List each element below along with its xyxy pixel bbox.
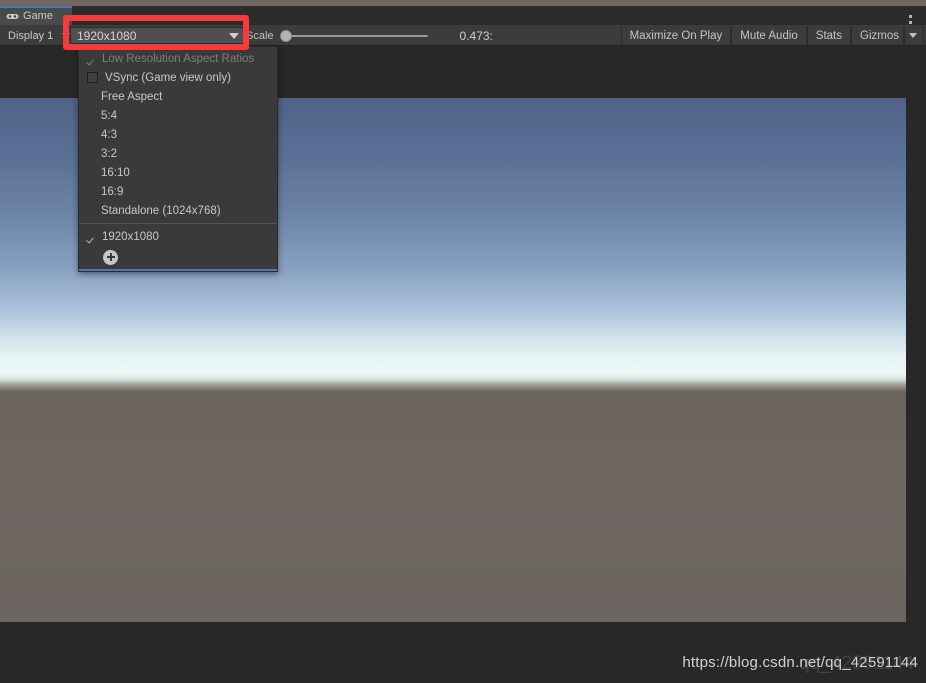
tab-game[interactable]: Game: [0, 6, 72, 25]
menu-separator: [79, 223, 277, 224]
display-dropdown[interactable]: Display 1: [0, 27, 74, 44]
tab-bar-background: [72, 6, 926, 25]
gamepad-icon: [6, 14, 19, 19]
menu-item-label: 3:2: [101, 147, 117, 160]
horizon-band: [0, 373, 906, 393]
scale-control-group: Scale 0.473:: [246, 26, 493, 45]
menu-item-16-10[interactable]: 16:10: [79, 163, 277, 182]
gizmos-button[interactable]: Gizmos: [851, 26, 904, 45]
tab-bar: Game: [0, 6, 926, 29]
resolution-dropdown[interactable]: 1920x1080: [70, 27, 244, 44]
scale-slider[interactable]: [279, 29, 428, 43]
menu-item-label: Standalone (1024x768): [101, 204, 221, 217]
menu-item-label: 1920x1080: [102, 230, 159, 243]
gizmos-dropdown-button[interactable]: [904, 26, 924, 45]
scale-slider-track: [279, 34, 428, 37]
menu-bottom-accent: [79, 269, 277, 271]
chevron-down-icon: [229, 32, 239, 39]
maximize-on-play-button[interactable]: Maximize On Play: [620, 26, 732, 45]
chevron-down-icon: [62, 33, 70, 38]
menu-item-5-4[interactable]: 5:4: [79, 106, 277, 125]
menu-item-vsync[interactable]: VSync (Game view only): [79, 68, 277, 87]
menu-item-label: Low Resolution Aspect Ratios: [102, 52, 255, 65]
menu-item-label: 5:4: [101, 109, 117, 122]
chevron-down-icon: [909, 33, 917, 38]
toolbar-right-group: Maximize On Play Mute Audio Stats Gizmos: [620, 26, 924, 45]
check-icon: [87, 232, 97, 242]
menu-item-free-aspect[interactable]: Free Aspect: [79, 87, 277, 106]
menu-item-label: VSync (Game view only): [105, 71, 231, 84]
menu-item-4-3[interactable]: 4:3: [79, 125, 277, 144]
resolution-dropdown-label: 1920x1080: [77, 28, 137, 43]
checkbox-unchecked-icon[interactable]: [87, 72, 98, 83]
kebab-dot: [908, 20, 912, 24]
scale-value: 0.473:: [459, 28, 493, 43]
menu-item-label: Free Aspect: [101, 90, 163, 103]
stats-button[interactable]: Stats: [806, 26, 852, 45]
watermark-url: https://blog.csdn.net/qq_42591144: [682, 654, 918, 671]
menu-item-16-9[interactable]: 16:9: [79, 182, 277, 201]
ground-plane: [0, 391, 906, 622]
menu-item-label: 4:3: [101, 128, 117, 141]
add-resolution-row[interactable]: [79, 246, 277, 268]
mute-audio-button[interactable]: Mute Audio: [731, 26, 807, 45]
menu-item-1920x1080[interactable]: 1920x1080: [79, 227, 277, 246]
unity-game-window: Game Display 1 1920x1080 Scale 0.473: Ma…: [0, 0, 926, 683]
menu-item-3-2[interactable]: 3:2: [79, 144, 277, 163]
menu-item-label: 16:9: [101, 185, 124, 198]
display-dropdown-label: Display 1: [8, 29, 54, 42]
tab-game-label: Game: [23, 10, 53, 22]
plus-circle-icon[interactable]: [103, 249, 118, 265]
scale-label: Scale: [246, 29, 274, 42]
kebab-dot: [908, 15, 912, 18]
menu-item-label: 16:10: [101, 166, 130, 179]
check-icon: [87, 54, 97, 64]
resolution-dropdown-menu: Low Resolution Aspect Ratios VSync (Game…: [78, 46, 278, 272]
menu-item-low-resolution-aspect-ratios[interactable]: Low Resolution Aspect Ratios: [79, 49, 277, 68]
scale-slider-handle[interactable]: [279, 29, 292, 42]
menu-item-standalone-1024x768[interactable]: Standalone (1024x768): [79, 201, 277, 220]
